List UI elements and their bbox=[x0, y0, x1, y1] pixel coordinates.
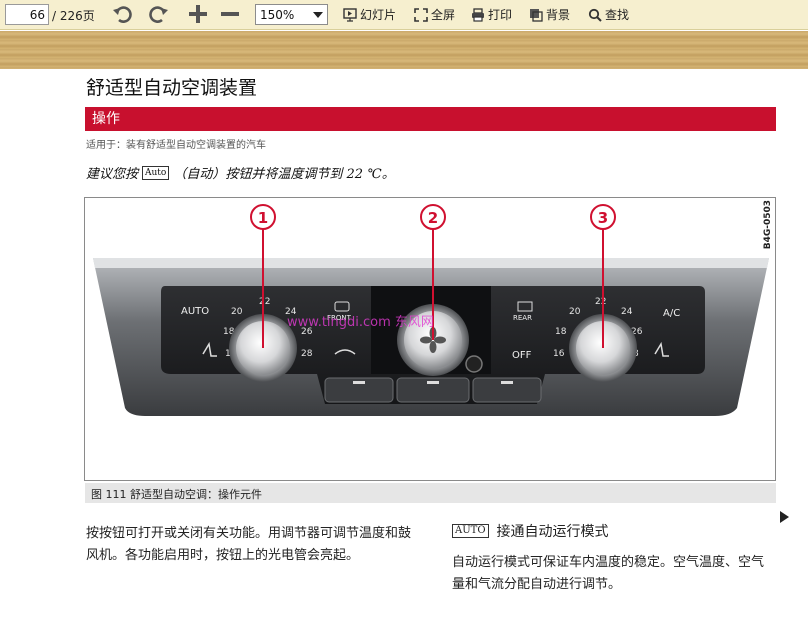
right-scale-label: 18 bbox=[555, 327, 567, 337]
print-label: 打印 bbox=[488, 8, 513, 22]
background-button[interactable]: 背景 bbox=[529, 6, 570, 23]
viewer-toolbar: / 226页 150% 幻灯片 全屏 打印 背景 查找 bbox=[0, 0, 808, 30]
applies-to-note: 适用于：装有舒适型自动空调装置的汽车 bbox=[86, 140, 266, 151]
callout-1: 1 bbox=[258, 209, 268, 227]
ac-button-label[interactable]: A/C bbox=[663, 308, 680, 319]
climate-panel-illustration: 20 22 24 18 26 1 28 20 22 24 18 26 16 8 bbox=[93, 204, 769, 416]
left-scale-label: 20 bbox=[231, 307, 243, 317]
zoom-out-icon[interactable] bbox=[218, 2, 242, 26]
auto-button-label[interactable]: AUTO bbox=[181, 306, 209, 317]
print-icon bbox=[472, 7, 484, 22]
page-total-label: / 226页 bbox=[52, 9, 95, 23]
zoom-value: 150% bbox=[260, 7, 295, 22]
next-page-arrow-icon[interactable] bbox=[780, 511, 789, 523]
wood-background-strip bbox=[0, 31, 808, 69]
page-title: 舒适型自动空调装置 bbox=[86, 77, 258, 99]
right-scale-label: 24 bbox=[621, 307, 633, 317]
background-label: 背景 bbox=[546, 8, 571, 22]
callouts: 1 2 3 bbox=[250, 204, 616, 230]
figure-caption: 图 111 舒适型自动空调：操作元件 bbox=[91, 488, 262, 501]
document-page: 舒适型自动空调装置 操作 适用于：装有舒适型自动空调装置的汽车 建议您按 Aut… bbox=[0, 69, 808, 627]
zoom-select[interactable]: 150% bbox=[255, 4, 328, 25]
right-scale-label: 20 bbox=[569, 307, 581, 317]
find-button[interactable]: 查找 bbox=[588, 6, 629, 23]
callout-3: 3 bbox=[598, 209, 608, 227]
rear-defrost-label[interactable]: REAR bbox=[513, 314, 532, 322]
fullscreen-label: 全屏 bbox=[431, 8, 456, 22]
zoom-in-icon[interactable] bbox=[186, 2, 210, 26]
advice-text-before: 建议您按 bbox=[86, 167, 139, 182]
right-scale-label: 16 bbox=[553, 349, 565, 359]
search-icon bbox=[588, 8, 602, 22]
section-header: 操作 bbox=[85, 107, 776, 131]
climate-control-figure: B4G-0503 20 22 24 18 26 1 28 20 22 24 18… bbox=[84, 197, 776, 481]
fullscreen-button[interactable]: 全屏 bbox=[414, 6, 455, 23]
callout-2: 2 bbox=[428, 209, 438, 227]
figure-code: B4G-0503 bbox=[763, 200, 773, 250]
print-button[interactable]: 打印 bbox=[471, 6, 512, 23]
left-scale-label: 28 bbox=[301, 349, 313, 359]
dashboard-top-edge bbox=[93, 258, 769, 268]
body-paragraph-left: 按按钮可打开或关闭有关功能。用调节器可调节温度和鼓风机。各功能启用时，按钮上的光… bbox=[86, 526, 412, 563]
slideshow-icon bbox=[343, 7, 357, 22]
rotate-left-icon[interactable] bbox=[111, 2, 135, 26]
auto-key-symbol: Auto bbox=[142, 165, 170, 180]
auto-mode-heading: AUTO 接通自动运行模式 bbox=[452, 521, 609, 541]
advice-text-after: （自动）按钮并将温度调节到 22 ℃。 bbox=[173, 167, 395, 182]
auto-key-symbol: AUTO bbox=[452, 524, 489, 538]
small-round-button[interactable] bbox=[465, 355, 483, 373]
watermark-text: www.tingdi.com 东风网 bbox=[287, 315, 434, 330]
find-label: 查找 bbox=[605, 8, 630, 22]
background-icon bbox=[530, 8, 543, 22]
fullscreen-icon bbox=[414, 7, 428, 22]
airflow-buttons bbox=[324, 377, 542, 403]
off-button-label[interactable]: OFF bbox=[512, 350, 532, 361]
slideshow-button[interactable]: 幻灯片 bbox=[343, 6, 396, 23]
auto-mode-title: 接通自动运行模式 bbox=[496, 524, 609, 540]
right-scale-label: 22 bbox=[595, 297, 606, 307]
slideshow-label: 幻灯片 bbox=[360, 8, 397, 22]
chevron-down-icon bbox=[313, 12, 323, 18]
page-number-input[interactable] bbox=[5, 4, 49, 25]
body-paragraph-right: 自动运行模式可保证车内温度的稳定。空气温度、空气量和气流分配自动进行调节。 bbox=[452, 555, 765, 592]
left-scale-label: 22 bbox=[259, 297, 270, 307]
advice-line: 建议您按 Auto （自动）按钮并将温度调节到 22 ℃。 bbox=[86, 163, 395, 182]
rotate-right-icon[interactable] bbox=[146, 2, 170, 26]
